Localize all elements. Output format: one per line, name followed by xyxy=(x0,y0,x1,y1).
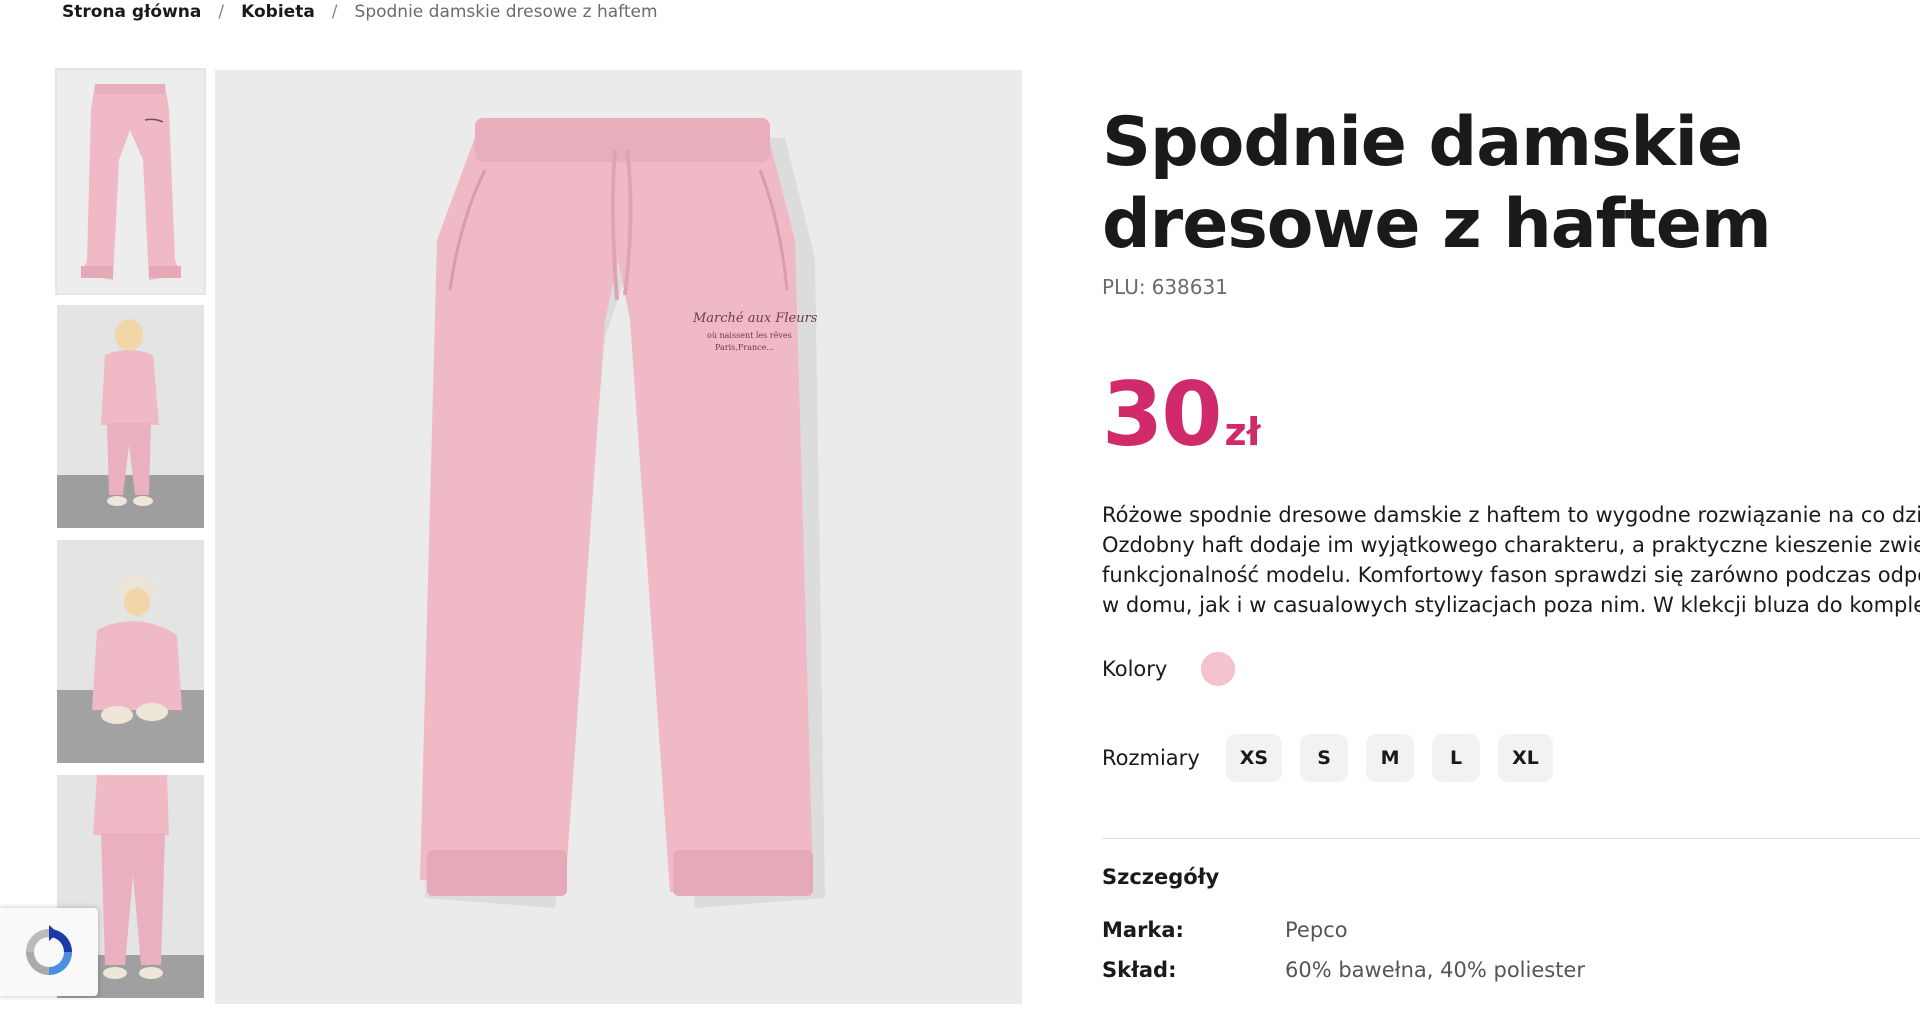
pants-flat-image xyxy=(57,70,204,293)
product-plu: PLU: 638631 xyxy=(1102,275,1228,299)
price-amount: 30 xyxy=(1102,363,1222,466)
size-button-m[interactable]: M xyxy=(1366,734,1415,782)
description-line: funkcjonalność modelu. Komfortowy fason … xyxy=(1102,563,1920,587)
embroidery-text-2: où naissent les rêves xyxy=(707,331,792,340)
colors-label: Kolory xyxy=(1102,657,1168,681)
breadcrumb: Strona główna / Kobieta / Spodnie damski… xyxy=(62,0,658,24)
product-info: Spodnie damskie dresowe z haftem PLU: 638… xyxy=(1102,0,1920,1004)
description-line: Ozdobny haft dodaje im wyjątkowego chara… xyxy=(1102,533,1920,557)
size-options: XS S M L XL xyxy=(1225,734,1571,782)
plu-label: PLU: xyxy=(1102,275,1146,299)
breadcrumb-home[interactable]: Strona główna xyxy=(62,2,201,22)
sizes-label: Rozmiary xyxy=(1102,746,1200,770)
breadcrumb-separator: / xyxy=(331,2,338,22)
product-title-line-1: Spodnie damskie xyxy=(1102,103,1743,182)
product-description: Różowe spodnie dresowe damskie z haftem … xyxy=(1102,500,1920,620)
product-price: 30 zł xyxy=(1102,370,1261,460)
thumbnail-gallery xyxy=(55,68,206,1010)
thumbnail-model-sitting[interactable] xyxy=(57,540,204,763)
detail-row-composition: Skład: 60% bawełna, 40% poliester xyxy=(1102,958,1585,982)
recaptcha-badge[interactable] xyxy=(0,908,98,996)
composition-label: Skład: xyxy=(1102,958,1177,982)
color-swatch-pink[interactable] xyxy=(1201,652,1236,686)
plu-value: 638631 xyxy=(1151,275,1228,299)
size-button-s[interactable]: S xyxy=(1300,734,1349,782)
embroidery-text-1: Marché aux Fleurs xyxy=(692,311,818,326)
breadcrumb-current: Spodnie damskie dresowe z haftem xyxy=(354,2,658,22)
model-standing-image xyxy=(57,305,204,528)
size-button-l[interactable]: L xyxy=(1432,734,1481,782)
embroidery-text-3: Paris,France... xyxy=(715,343,774,352)
size-button-xl[interactable]: XL xyxy=(1498,734,1553,782)
product-title: Spodnie damskie dresowe z haftem xyxy=(1102,102,1902,266)
product-title-line-2: dresowe z haftem xyxy=(1102,185,1772,264)
breadcrumb-category[interactable]: Kobieta xyxy=(241,2,315,22)
size-selector: Rozmiary XS S M L XL xyxy=(1102,734,1571,782)
thumbnail-pants-flat[interactable] xyxy=(55,68,206,295)
pink-sweatpants-image: Marché aux Fleurs où naissent les rêves … xyxy=(215,70,1022,1004)
brand-value: Pepco xyxy=(1285,918,1348,942)
color-selector: Kolory xyxy=(1102,652,1236,686)
composition-value: 60% bawełna, 40% poliester xyxy=(1285,958,1585,982)
recaptcha-icon xyxy=(26,925,72,975)
breadcrumb-separator: / xyxy=(218,2,225,22)
brand-label: Marka: xyxy=(1102,918,1184,942)
description-line: Różowe spodnie dresowe damskie z haftem … xyxy=(1102,503,1920,527)
size-button-xs[interactable]: XS xyxy=(1225,734,1283,782)
main-product-image[interactable]: Marché aux Fleurs où naissent les rêves … xyxy=(215,70,1022,1004)
detail-row-brand: Marka: Pepco xyxy=(1102,918,1348,942)
model-sitting-image xyxy=(57,540,204,763)
price-currency: zł xyxy=(1224,410,1261,454)
divider xyxy=(1102,838,1920,839)
thumbnail-model-standing[interactable] xyxy=(57,305,204,528)
details-title: Szczegóły xyxy=(1102,865,1220,889)
description-line: w domu, jak i w casualowych stylizacjach… xyxy=(1102,593,1920,617)
